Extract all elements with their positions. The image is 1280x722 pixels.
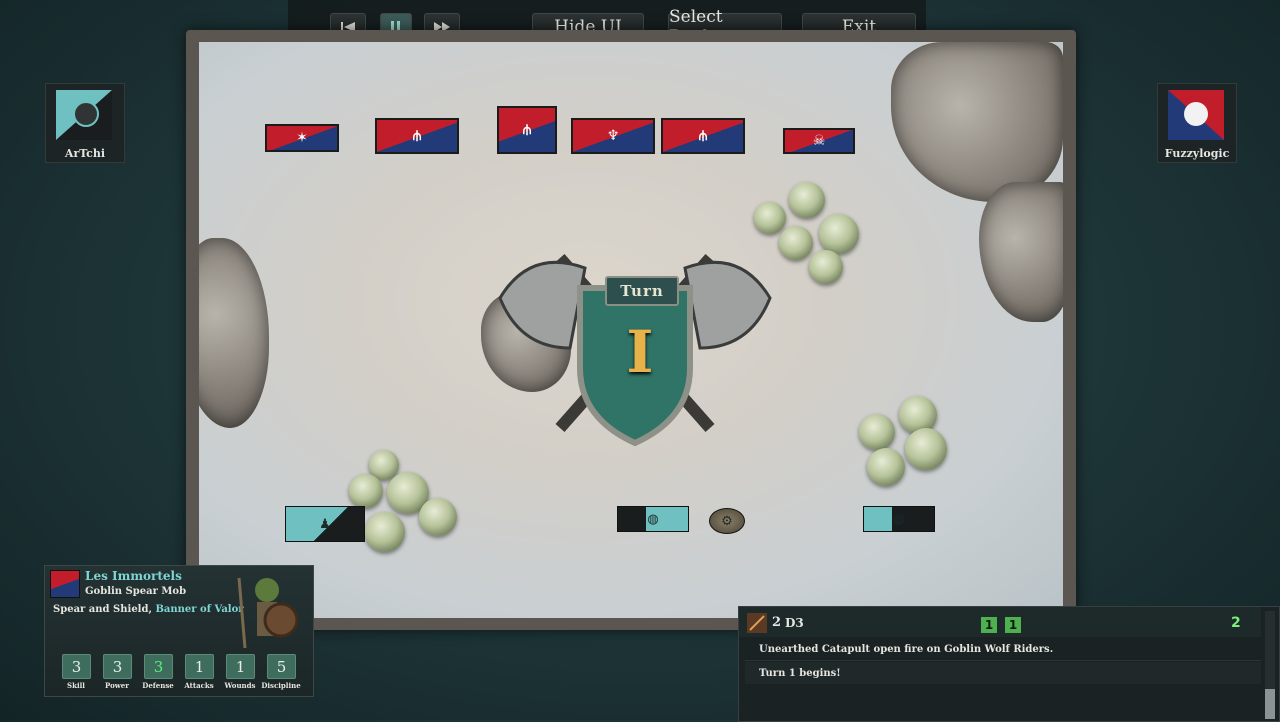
cliff-terrain	[979, 182, 1063, 322]
forest-terrain	[905, 428, 947, 470]
enemy-unit-banner[interactable]: ✶	[265, 124, 339, 152]
stat-label: Discipline	[261, 681, 301, 690]
army-name: Les Immortels	[85, 569, 182, 583]
forest-terrain	[754, 202, 786, 234]
friendly-unit-base[interactable]: ◍	[863, 506, 935, 532]
goblin-icon: ◍	[647, 511, 659, 527]
friendly-unit-base[interactable]: ♟	[285, 506, 365, 542]
roll-count: 2	[772, 615, 782, 630]
hit-die-result: 1	[981, 617, 997, 633]
player-right-name: Fuzzylogic	[1164, 147, 1230, 160]
stat-label: Skill	[67, 681, 85, 690]
turn-label: Turn	[605, 276, 679, 306]
goblin-portrait-icon	[237, 577, 299, 649]
roll-total: 2	[1231, 615, 1241, 631]
orc-faction-icon	[1168, 90, 1224, 140]
stat-discipline: 5	[267, 654, 296, 679]
enemy-unit-banner[interactable]: ⫛	[497, 106, 557, 154]
log-scrollbar-thumb[interactable]	[1265, 689, 1275, 719]
rock-terrain	[199, 238, 269, 428]
stat-attacks: 1	[185, 654, 214, 679]
stat-label: Attacks	[184, 681, 214, 690]
army-flag-icon	[50, 570, 80, 598]
forest-terrain	[859, 414, 895, 450]
log-entry: Turn 1 begins!	[745, 662, 1261, 684]
unit-info-card: Les Immortels Goblin Spear Mob Spear and…	[44, 565, 314, 697]
player-right-badge[interactable]: Fuzzylogic	[1157, 83, 1237, 163]
hit-die-result: 1	[1005, 617, 1021, 633]
forest-terrain	[809, 250, 843, 284]
stat-power: 3	[103, 654, 132, 679]
player-left-badge[interactable]: ArTchi	[45, 83, 125, 163]
stat-label: Defense	[142, 681, 174, 690]
monster-icon: ♆	[606, 128, 620, 144]
stat-label: Wounds	[224, 681, 256, 690]
roll-dice: D3	[785, 616, 804, 630]
unit-equipment: Spear and Shield, Banner of Valor	[53, 604, 244, 615]
catapult-roll-icon	[747, 613, 767, 633]
goblin-icon: ♟	[319, 516, 331, 532]
friendly-unit-base[interactable]: ⚙	[709, 508, 745, 534]
enemy-unit-banner[interactable]: ⫛	[375, 118, 459, 154]
spear-icon: ⫛	[698, 128, 708, 144]
player-left-name: ArTchi	[64, 147, 106, 160]
forest-terrain	[349, 474, 383, 508]
unit-type: Goblin Spear Mob	[85, 586, 187, 597]
goblin-icon: ◍	[893, 511, 905, 527]
cavalry-icon: ✶	[296, 130, 308, 146]
forest-terrain	[365, 512, 405, 552]
stat-skill: 3	[62, 654, 91, 679]
skull-icon: ☠	[812, 133, 826, 149]
forest-terrain	[779, 226, 813, 260]
turn-number: I	[626, 318, 654, 386]
goblin-faction-icon	[56, 90, 112, 140]
spear-icon: ⫛	[522, 122, 532, 138]
forest-terrain	[419, 498, 457, 536]
catapult-icon: ⚙	[721, 513, 733, 529]
stat-wounds: 1	[226, 654, 255, 679]
log-entry: Unearthed Catapult open fire on Goblin W…	[745, 639, 1261, 661]
combat-log-panel[interactable]: 2 D3 1 1 2 Unearthed Catapult open fire …	[738, 606, 1280, 722]
forest-terrain	[789, 182, 825, 218]
spear-icon: ⫛	[412, 128, 422, 144]
cliff-terrain	[891, 42, 1063, 202]
log-roll-header: 2 D3 1 1 2	[739, 607, 1261, 637]
friendly-unit-base[interactable]: ◍	[617, 506, 689, 532]
enemy-unit-banner[interactable]: ⫛	[661, 118, 745, 154]
forest-terrain	[867, 448, 905, 486]
stat-defense: 3	[144, 654, 173, 679]
forest-terrain	[819, 214, 859, 254]
enemy-unit-banner[interactable]: ♆	[571, 118, 655, 154]
stat-label: Power	[105, 681, 129, 690]
enemy-unit-banner[interactable]: ☠	[783, 128, 855, 154]
